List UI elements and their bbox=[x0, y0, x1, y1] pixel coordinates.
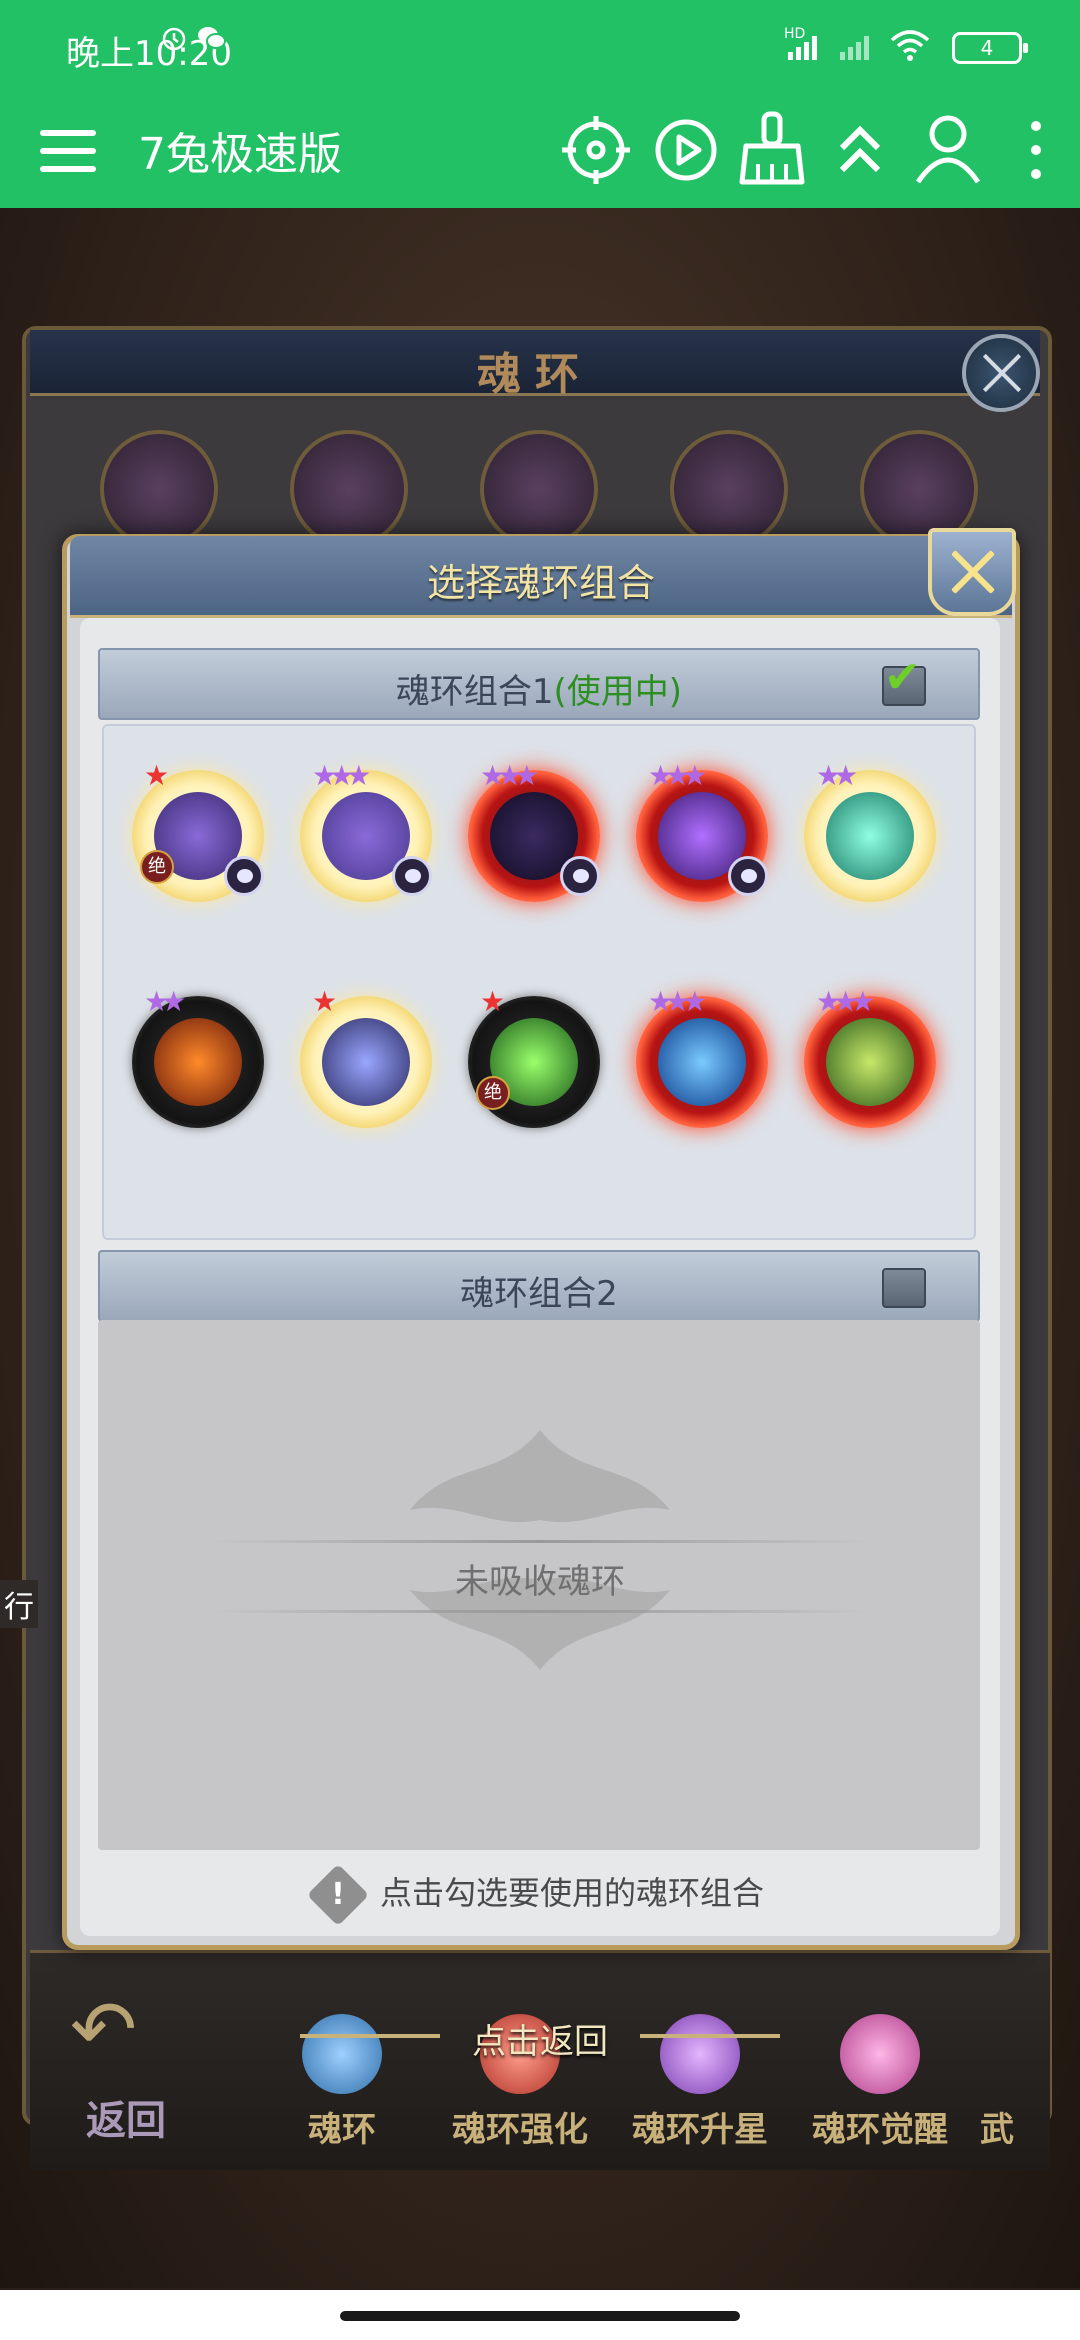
star-rating-icon: ★★ bbox=[144, 985, 186, 1018]
alarm-icon bbox=[162, 27, 186, 51]
app-bar: 晚上10:20 HD 4 7兔极速版 bbox=[0, 0, 1080, 208]
nav-item-label: 魂环强化 bbox=[452, 2110, 588, 2150]
star-rating-icon: ★★ bbox=[816, 759, 858, 792]
nav-item-label: 魂环 bbox=[308, 2110, 376, 2150]
menu-icon[interactable] bbox=[36, 122, 100, 182]
divider bbox=[210, 1540, 870, 1543]
nav-item-label: 魂环升星 bbox=[632, 2110, 768, 2150]
star-rating-icon: ★★★ bbox=[480, 759, 539, 792]
user-icon[interactable] bbox=[908, 108, 988, 188]
home-indicator[interactable] bbox=[340, 2311, 740, 2321]
ring-combo-1-header[interactable]: 魂环组合1(使用中) ✔ bbox=[98, 648, 980, 720]
spirit-avatar[interactable] bbox=[670, 430, 788, 548]
star-rating-icon: ★ bbox=[144, 759, 169, 792]
ring-combo-1-rings: ★ 绝 ★★★ ★★★ ★★★ ★★ ★★ ★ ★ 绝 ★★★ ★★★ bbox=[102, 724, 976, 1240]
broom-icon[interactable] bbox=[732, 108, 812, 188]
hint-row: ! 点击勾选要使用的魂环组合 bbox=[0, 1863, 1080, 1927]
nav-item-label: 武 bbox=[980, 2110, 1014, 2144]
soul-ring-slot[interactable]: ★★★ bbox=[468, 762, 600, 902]
crosshair-icon[interactable] bbox=[556, 108, 636, 188]
soul-ring-slot[interactable]: ★★ bbox=[804, 762, 936, 902]
soul-ring-slot[interactable]: ★ bbox=[300, 988, 432, 1128]
app-title: 7兔极速版 bbox=[138, 129, 342, 180]
soul-ring-slot[interactable]: ★★★ bbox=[300, 762, 432, 902]
divider bbox=[210, 1610, 870, 1613]
ring-combo-2-checkbox[interactable] bbox=[882, 1268, 926, 1308]
soul-ring-slot[interactable]: ★★★ bbox=[636, 762, 768, 902]
signal-2-icon bbox=[840, 36, 869, 60]
more-vertical-icon[interactable] bbox=[996, 108, 1076, 188]
star-rating-icon: ★★★ bbox=[648, 985, 707, 1018]
hint-text: 点击勾选要使用的魂环组合 bbox=[379, 1874, 764, 1912]
soul-ring-image bbox=[322, 1018, 410, 1106]
double-chevron-up-icon[interactable] bbox=[820, 108, 900, 188]
soul-ring-image bbox=[826, 792, 914, 880]
wechat-icon bbox=[198, 27, 226, 49]
star-rating-icon: ★★★ bbox=[312, 759, 371, 792]
spirit-avatar[interactable] bbox=[480, 430, 598, 548]
star-rating-icon: ★★★ bbox=[648, 759, 707, 792]
soul-ring-image bbox=[826, 1018, 914, 1106]
star-rating-icon: ★ bbox=[480, 985, 505, 1018]
soul-ring-slot[interactable]: ★ 绝 bbox=[468, 988, 600, 1128]
back-label: 返回 bbox=[86, 2097, 166, 2144]
warning-icon: ! bbox=[306, 1863, 370, 1927]
status-bar: 晚上10:20 HD 4 bbox=[0, 0, 1080, 96]
in-use-status: (使用中) bbox=[553, 672, 683, 712]
play-icon[interactable] bbox=[646, 108, 726, 188]
dialog-title: 选择魂环组合 bbox=[426, 561, 655, 605]
checkmark-icon: ✔ bbox=[884, 652, 921, 703]
battery-icon: 4 bbox=[952, 32, 1028, 64]
dialog-close-button[interactable] bbox=[928, 528, 1016, 616]
ring-combo-2-label: 魂环组合2 bbox=[460, 1274, 618, 1314]
spirit-avatar[interactable] bbox=[290, 430, 408, 548]
ring-combo-1-label: 魂环组合1(使用中) bbox=[395, 672, 683, 712]
soul-ring-panel-title: 魂环 bbox=[477, 349, 593, 400]
skull-icon bbox=[224, 856, 264, 896]
skull-icon bbox=[560, 856, 600, 896]
star-rating-icon: ★★★ bbox=[816, 985, 875, 1018]
jue-badge: 绝 bbox=[140, 850, 174, 884]
panel-close-button[interactable] bbox=[962, 334, 1040, 412]
jue-badge: 绝 bbox=[476, 1076, 510, 1110]
dialog-header: 选择魂环组合 bbox=[70, 536, 1012, 618]
soul-ring-image bbox=[658, 1018, 746, 1106]
wifi-icon bbox=[890, 30, 930, 61]
soul-ring-slot[interactable]: ★★ bbox=[132, 988, 264, 1128]
ornament-emblem-icon bbox=[410, 1430, 670, 1670]
soul-ring-slot[interactable]: ★★★ bbox=[636, 988, 768, 1128]
skull-icon bbox=[392, 856, 432, 896]
soul-ring-panel-header: 魂环 bbox=[30, 330, 1040, 400]
spirit-avatar[interactable] bbox=[100, 430, 218, 548]
ring-combo-1-checkbox[interactable]: ✔ bbox=[882, 656, 926, 706]
skull-icon bbox=[728, 856, 768, 896]
signal-icon bbox=[788, 36, 817, 60]
title-bar: 7兔极速版 bbox=[0, 96, 1080, 208]
back-button[interactable]: ↶ 返回 bbox=[50, 1990, 190, 2145]
soul-ring-image bbox=[154, 1018, 242, 1106]
no-rings-text: 未吸收魂环 bbox=[455, 1562, 625, 1602]
tap-to-return-text[interactable]: 点击返回 bbox=[0, 2014, 1080, 2063]
star-rating-icon: ★ bbox=[312, 985, 337, 1018]
nav-item-label: 魂环觉醒 bbox=[812, 2110, 948, 2150]
soul-ring-slot[interactable]: ★ 绝 bbox=[132, 762, 264, 902]
soul-ring-slot[interactable]: ★★★ bbox=[804, 988, 936, 1128]
ring-combo-2-header[interactable]: 魂环组合2 bbox=[98, 1250, 980, 1322]
